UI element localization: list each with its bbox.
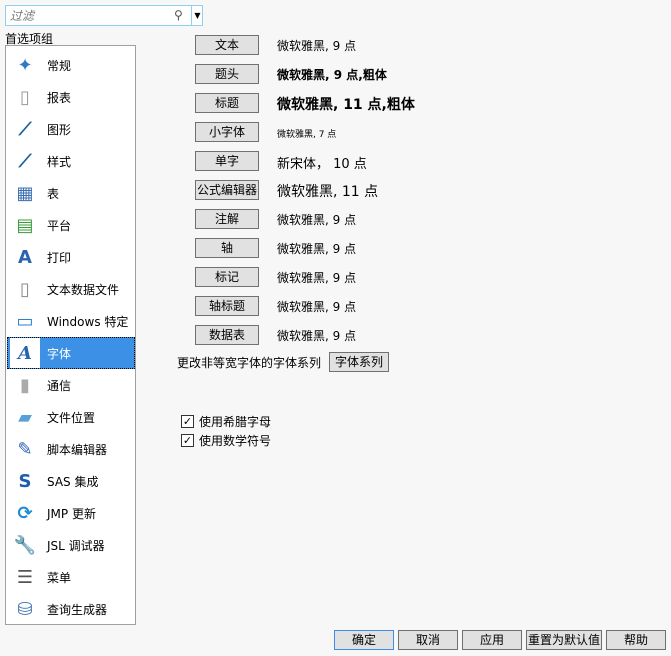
list-item[interactable]: ▮ 通信 [7,369,135,401]
wrench-icon: 🔧 [13,534,37,556]
list-item-label: 样式 [47,154,72,169]
report-icon: ▯ [20,86,30,108]
update-icon: ⟳ [17,502,33,524]
list-item[interactable]: ⟋ 样式 [7,145,135,177]
cancel-button[interactable]: 取消 [398,630,458,650]
font-button[interactable]: 轴 [195,238,259,258]
list-item-label: 通信 [47,378,72,393]
usb-icon: ▮ [20,374,30,396]
checkbox-checked-icon[interactable]: ✓ [181,415,194,428]
list-item[interactable]: ▯ 报表 [7,81,135,113]
list-item[interactable]: ✎ 脚本编辑器 [7,433,135,465]
list-item[interactable]: A 字体 [7,337,135,369]
list-item[interactable]: ⟋ 图形 [7,113,135,145]
font-family-button[interactable]: 字体系列 [329,352,389,372]
greek-checkbox[interactable]: ✓ 使用希腊字母 [181,413,271,430]
list-item-label: JSL 调试器 [47,538,105,553]
checkbox-label: 使用数学符号 [199,434,272,448]
apply-button[interactable]: 应用 [462,630,522,650]
search-icon[interactable]: ⚲ [174,8,183,22]
font-button[interactable]: 数据表 [195,325,259,345]
database-icon: ⛁ [17,598,33,620]
font-value: 新宋体， 10 点 [277,157,367,172]
math-checkbox[interactable]: ✓ 使用数学符号 [181,432,271,449]
preference-group-list[interactable]: ✦ 常规 ▯ 报表 ⟋ 图形 ⟋ 样式 ▦ 表 ▤ 平台 A 打印 ▯ 文本数据文件 ▭ Windows 特定 A 字… [5,45,136,625]
list-item-label: 查询生成器 [47,602,108,617]
list-item-label: Windows 特定 [47,314,129,329]
list-item-label: SAS 集成 [47,474,99,489]
checkbox-label: 使用希腊字母 [199,415,272,429]
list-item[interactable]: S SAS 集成 [7,465,135,497]
list-item[interactable]: ▭ Windows 特定 [7,305,135,337]
help-button[interactable]: 帮助 [606,630,666,650]
font-button[interactable]: 标题 [195,93,259,113]
list-item[interactable]: ✦ 常规 [7,49,135,81]
filter-input[interactable] [8,7,168,24]
font-icon: A [10,338,40,368]
font-button[interactable]: 单字 [195,151,259,171]
print-icon: A [18,246,32,268]
font-button[interactable]: 注解 [195,209,259,229]
list-item-label: 菜单 [47,570,72,585]
checkbox-checked-icon[interactable]: ✓ [181,434,194,447]
font-value: 微软雅黑, 11 点,粗体 [277,97,415,113]
platform-icon: ▤ [16,214,34,236]
list-item-label: 图形 [47,122,72,137]
list-item[interactable]: ⟳ JMP 更新 [7,497,135,529]
font-button[interactable]: 轴标题 [195,296,259,316]
menu-icon: ☰ [16,566,34,588]
font-value: 微软雅黑, 9 点 [277,300,357,314]
list-item-label: 文件位置 [47,410,96,425]
list-item-label: 文本数据文件 [47,282,120,297]
list-item[interactable]: ▤ 平台 [7,209,135,241]
style-icon: ⟋ [18,150,32,172]
ok-button[interactable]: 确定 [334,630,394,650]
font-button[interactable]: 题头 [195,64,259,84]
list-item[interactable]: ▯ 文本数据文件 [7,273,135,305]
script-editor-icon: ✎ [17,438,33,460]
font-value: 微软雅黑, 9 点 [277,213,357,227]
font-button[interactable]: 文本 [195,35,259,55]
folder-icon: ▰ [18,406,32,428]
table-icon: ▦ [16,182,34,204]
list-item[interactable]: ⛁ 查询生成器 [7,593,135,625]
font-value: 微软雅黑, 9 点 [277,329,357,343]
graph-icon: ⟋ [18,118,32,140]
list-item[interactable]: ▦ 表 [7,177,135,209]
txt-file-icon: ▯ [20,278,30,300]
dropdown-arrow-icon[interactable]: ▼ [191,6,203,25]
list-item[interactable]: 🔧 JSL 调试器 [7,529,135,561]
sas-icon: S [18,470,32,492]
font-value: 微软雅黑, 9 点 [277,242,357,256]
list-item-label: 平台 [47,218,72,233]
font-button[interactable]: 标记 [195,267,259,287]
font-family-label: 更改非等宽字体的字体系列 [177,356,322,370]
list-item-label: 报表 [47,90,72,105]
font-value: 微软雅黑, 9 点 [277,39,357,53]
list-item-label: 表 [47,186,60,201]
font-value: 微软雅黑, 9 点,粗体 [277,68,387,82]
font-value: 微软雅黑, 9 点 [277,271,357,285]
monitor-icon: ▭ [16,310,34,332]
font-value: 微软雅黑, 7 点 [277,130,337,140]
list-item[interactable]: A 打印 [7,241,135,273]
list-item[interactable]: ▰ 文件位置 [7,401,135,433]
jmp-logo-icon: ✦ [17,54,33,76]
reset-defaults-button[interactable]: 重置为默认值 [526,630,602,650]
list-item-label: JMP 更新 [47,506,96,521]
list-item-label: 常规 [47,58,72,73]
list-item-label: 字体 [47,346,72,361]
filter-box[interactable]: ⚲ ▼ [5,5,203,26]
list-item[interactable]: ☰ 菜单 [7,561,135,593]
list-item-label: 打印 [47,250,72,265]
font-button[interactable]: 公式编辑器 [195,180,259,200]
font-value: 微软雅黑, 11 点 [277,184,379,200]
list-item-label: 脚本编辑器 [47,442,108,457]
font-button[interactable]: 小字体 [195,122,259,142]
